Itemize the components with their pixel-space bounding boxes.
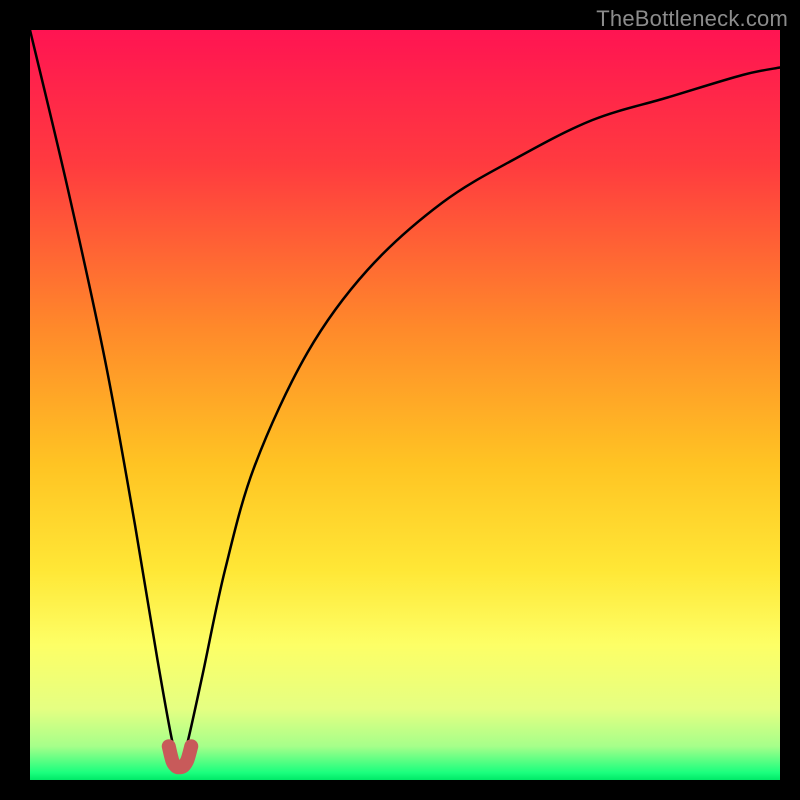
plot-area — [30, 30, 780, 780]
valley-highlight — [169, 746, 192, 767]
watermark-text: TheBottleneck.com — [596, 6, 788, 32]
chart-svg — [30, 30, 780, 780]
bottleneck-curve — [30, 30, 780, 765]
outer-frame: TheBottleneck.com — [0, 0, 800, 800]
